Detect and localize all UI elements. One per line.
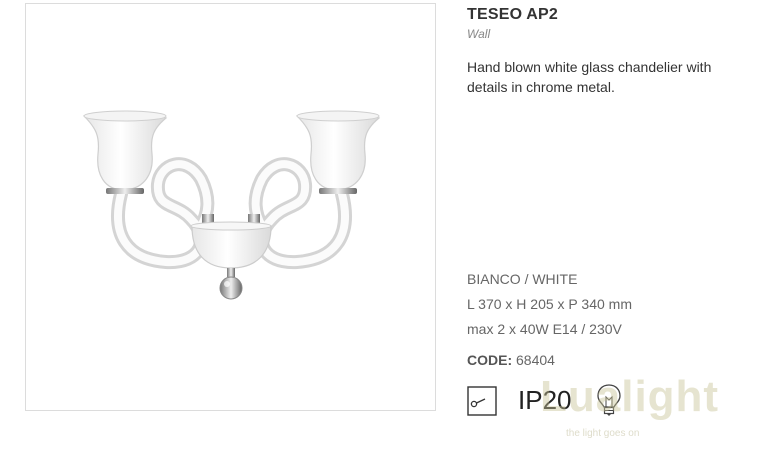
switch-icon: [467, 386, 497, 416]
watermark-tagline: the light goes on: [566, 428, 640, 439]
product-image-frame: [25, 3, 436, 411]
chandelier-image: [82, 110, 381, 300]
code-label: CODE:: [467, 352, 513, 368]
product-finish: BIANCO / WHITE: [467, 271, 578, 287]
product-code: CODE: 68404: [467, 352, 555, 368]
product-dimensions: L 370 x H 205 x P 340 mm: [467, 296, 632, 312]
product-category: Wall: [467, 27, 491, 41]
watermark-brand: Lualight: [540, 372, 720, 421]
product-power: max 2 x 40W E14 / 230V: [467, 321, 622, 337]
watermark: Lualight the light goes on: [540, 372, 784, 452]
code-value: 68404: [516, 352, 555, 368]
product-description: Hand blown white glass chandelier with d…: [467, 59, 712, 95]
product-title: TESEO AP2: [467, 6, 559, 23]
